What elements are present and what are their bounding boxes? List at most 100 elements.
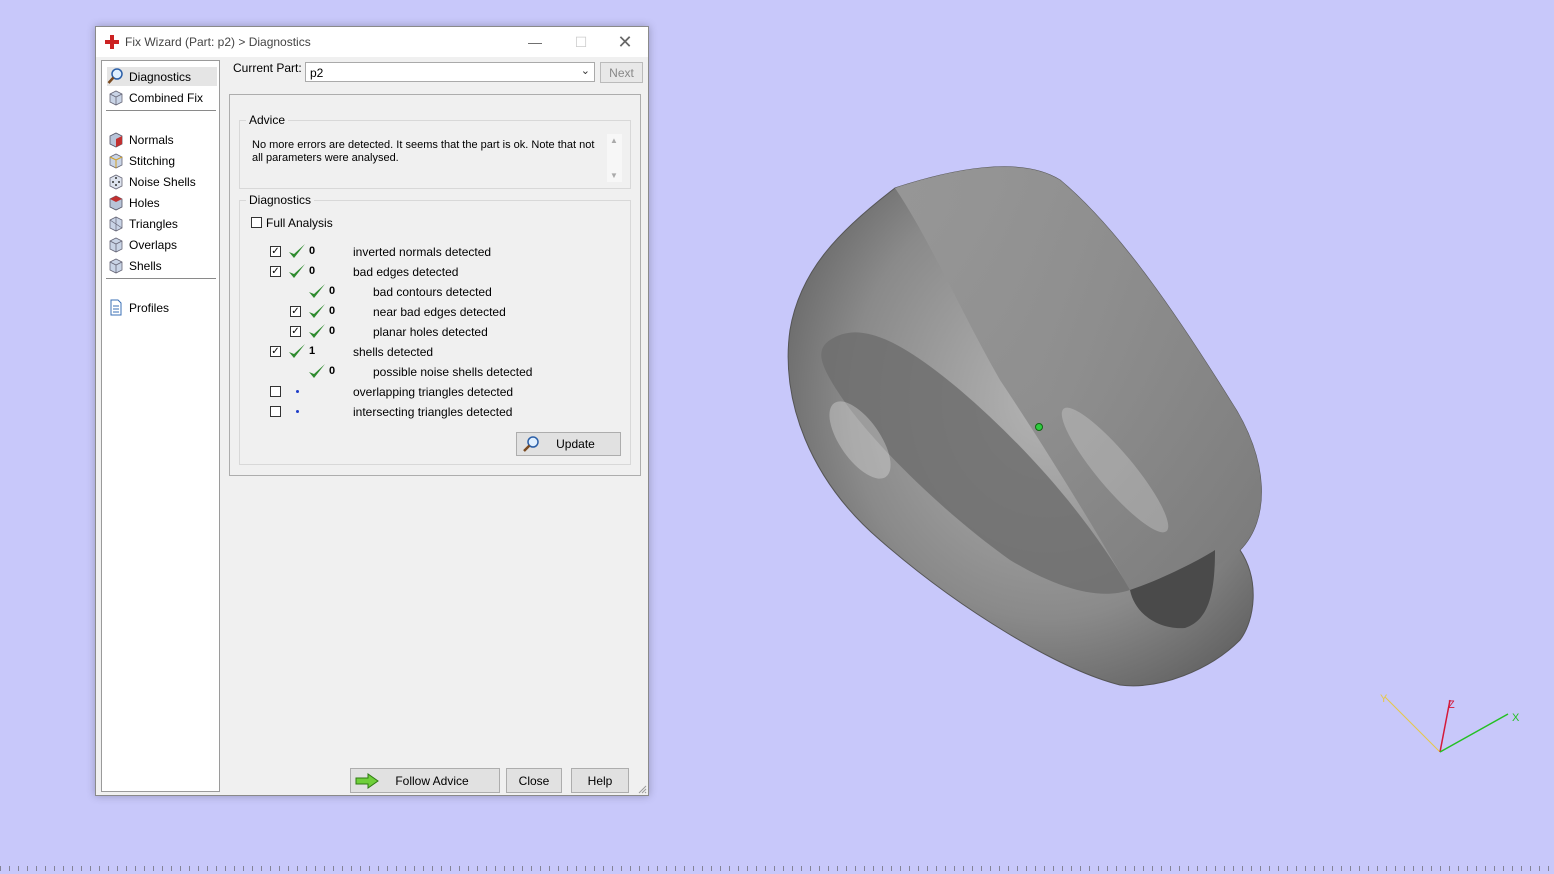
follow-advice-button[interactable]: Follow Advice bbox=[350, 768, 500, 793]
diagnostics-group: Diagnostics Full Analysis ✓ 0 inverted n… bbox=[239, 193, 631, 465]
sidebar-item-holes[interactable]: Holes bbox=[107, 193, 217, 212]
cube-icon bbox=[109, 90, 123, 106]
advice-line-2: all parameters were analysed. bbox=[252, 152, 399, 164]
bad-contours-count: 0 bbox=[329, 285, 336, 297]
sidebar-item-shells[interactable]: Shells bbox=[107, 256, 217, 275]
ring-model bbox=[787, 166, 1262, 687]
viewport-ruler bbox=[0, 866, 1554, 871]
full-analysis-checkbox[interactable] bbox=[251, 217, 262, 228]
green-check-icon bbox=[289, 244, 305, 258]
green-check-icon bbox=[309, 324, 325, 338]
intersecting-triangles-checkbox[interactable] bbox=[270, 406, 281, 417]
cube-red-icon bbox=[109, 195, 123, 211]
planar-holes-count: 0 bbox=[329, 325, 336, 337]
arrow-right-icon bbox=[355, 773, 379, 789]
near-bad-edges-label: near bad edges detected bbox=[373, 305, 506, 319]
cube-red-icon bbox=[109, 132, 123, 148]
green-check-icon bbox=[289, 344, 305, 358]
advice-group: Advice No more errors are detected. It s… bbox=[239, 113, 631, 189]
current-part-label: Current Part: bbox=[233, 61, 302, 75]
cube-icon bbox=[109, 237, 123, 253]
diagnostics-title: Diagnostics bbox=[246, 193, 315, 207]
title-bar[interactable]: Fix Wizard (Part: p2) > Diagnostics — ☐ … bbox=[96, 27, 648, 57]
maximize-button[interactable]: ☐ bbox=[558, 27, 604, 57]
close-window-button[interactable]: ✕ bbox=[602, 27, 648, 57]
intersecting-triangles-label: intersecting triangles detected bbox=[353, 405, 513, 419]
sidebar-item-triangles[interactable]: Triangles bbox=[107, 214, 217, 233]
advice-text: No more errors are detected. It seems th… bbox=[252, 139, 602, 165]
sidebar-item-label: Profiles bbox=[129, 300, 170, 315]
sidebar-item-label: Combined Fix bbox=[129, 90, 204, 105]
sidebar-item-combined-fix[interactable]: Combined Fix bbox=[107, 88, 217, 107]
help-button[interactable]: Help bbox=[571, 768, 629, 793]
inverted-normals-label: inverted normals detected bbox=[353, 245, 492, 259]
green-check-icon bbox=[309, 364, 325, 378]
scroll-up-icon[interactable]: ▲ bbox=[610, 136, 618, 145]
magnifier-icon bbox=[107, 68, 123, 84]
near-bad-edges-count: 0 bbox=[329, 305, 336, 317]
shells-label: shells detected bbox=[353, 345, 434, 359]
green-check-icon bbox=[309, 304, 325, 318]
sidebar-item-overlaps[interactable]: Overlaps bbox=[107, 235, 217, 254]
scroll-down-icon[interactable]: ▼ bbox=[610, 171, 618, 180]
sidebar-item-label: Diagnostics bbox=[129, 69, 192, 84]
sidebar-item-label: Normals bbox=[129, 132, 174, 147]
advice-title: Advice bbox=[246, 113, 289, 127]
update-button[interactable]: Update bbox=[516, 432, 621, 456]
planar-holes-checkbox[interactable]: ✓ bbox=[290, 326, 301, 337]
follow-advice-label: Follow Advice bbox=[395, 773, 469, 788]
app-cross-icon bbox=[105, 35, 119, 49]
shells-checkbox[interactable]: ✓ bbox=[270, 346, 281, 357]
axis-y-label: Y bbox=[1380, 693, 1388, 705]
advice-line-1: No more errors are detected. It seems th… bbox=[252, 139, 595, 151]
noise-shells-label: possible noise shells detected bbox=[373, 365, 533, 379]
sidebar-separator bbox=[106, 110, 216, 111]
pending-dot-icon bbox=[296, 390, 299, 393]
bad-edges-checkbox[interactable]: ✓ bbox=[270, 266, 281, 277]
shells-count: 1 bbox=[309, 345, 316, 357]
noise-shells-count: 0 bbox=[329, 365, 336, 377]
chevron-down-icon: ⌄ bbox=[580, 65, 590, 77]
minimize-button[interactable]: — bbox=[512, 27, 558, 57]
overlapping-triangles-label: overlapping triangles detected bbox=[353, 385, 514, 399]
pivot-point bbox=[1035, 423, 1043, 431]
sidebar-item-diagnostics[interactable]: Diagnostics bbox=[107, 67, 217, 86]
cube-icon bbox=[109, 258, 123, 274]
diagnostics-panel: Advice No more errors are detected. It s… bbox=[229, 94, 641, 476]
sidebar-item-label: Triangles bbox=[129, 216, 178, 231]
current-part-select[interactable]: p2 ⌄ bbox=[305, 62, 595, 82]
cube-icon bbox=[109, 216, 123, 232]
inverted-normals-checkbox[interactable]: ✓ bbox=[270, 246, 281, 257]
resize-grip-icon[interactable] bbox=[637, 784, 647, 794]
pending-dot-icon bbox=[296, 410, 299, 413]
advice-scrollbar[interactable]: ▲ ▼ bbox=[607, 134, 622, 182]
sidebar-item-label: Noise Shells bbox=[129, 174, 196, 189]
bad-contours-label: bad contours detected bbox=[373, 285, 492, 299]
axis-z-label: Z bbox=[1448, 699, 1455, 711]
sidebar-item-label: Stitching bbox=[129, 153, 176, 168]
bad-edges-count: 0 bbox=[309, 265, 316, 277]
sidebar-item-stitching[interactable]: Stitching bbox=[107, 151, 217, 170]
green-check-icon bbox=[309, 284, 325, 298]
bad-edges-label: bad edges detected bbox=[353, 265, 459, 279]
window-title: Fix Wizard (Part: p2) > Diagnostics bbox=[125, 35, 311, 49]
document-icon bbox=[110, 299, 122, 316]
green-check-icon bbox=[289, 264, 305, 278]
sidebar-separator bbox=[106, 278, 216, 279]
sidebar-item-normals[interactable]: Normals bbox=[107, 130, 217, 149]
next-button[interactable]: Next bbox=[600, 62, 643, 83]
wizard-sidebar: Diagnostics Combined Fix Normals Stitchi… bbox=[101, 60, 220, 792]
current-part-value: p2 bbox=[310, 66, 324, 80]
sidebar-item-profiles[interactable]: Profiles bbox=[107, 298, 217, 317]
sidebar-item-label: Holes bbox=[129, 195, 160, 210]
sidebar-item-noise-shells[interactable]: Noise Shells bbox=[107, 172, 217, 191]
planar-holes-label: planar holes detected bbox=[373, 325, 488, 339]
close-button[interactable]: Close bbox=[506, 768, 562, 793]
overlapping-triangles-checkbox[interactable] bbox=[270, 386, 281, 397]
inverted-normals-count: 0 bbox=[309, 245, 316, 257]
update-label: Update bbox=[556, 437, 595, 451]
near-bad-edges-checkbox[interactable]: ✓ bbox=[290, 306, 301, 317]
axis-x-label: X bbox=[1512, 712, 1520, 724]
dice-icon bbox=[109, 174, 123, 190]
sidebar-item-label: Overlaps bbox=[129, 237, 178, 252]
